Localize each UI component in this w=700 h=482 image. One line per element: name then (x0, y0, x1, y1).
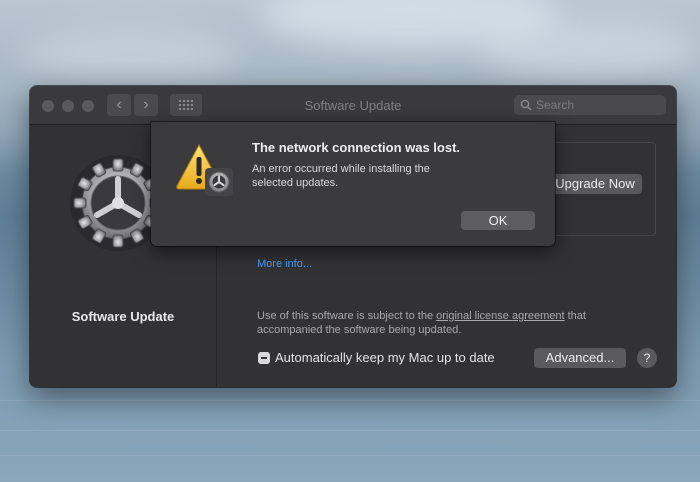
help-button[interactable]: ? (637, 348, 657, 368)
search-icon (520, 99, 532, 111)
advanced-button[interactable]: Advanced... (534, 348, 626, 368)
search-field[interactable]: Search (514, 95, 666, 115)
warning-icon (175, 142, 237, 198)
alert-message: An error occurred while installing the s… (252, 163, 430, 189)
sea-wave (0, 430, 700, 431)
more-info-link[interactable]: More info... (257, 258, 312, 270)
cloud (480, 20, 700, 80)
search-placeholder: Search (536, 98, 575, 112)
license-agreement-link[interactable]: original license agreement (436, 310, 564, 322)
ok-button[interactable]: OK (461, 211, 535, 230)
auto-update-checkbox[interactable] (258, 352, 270, 364)
sea-wave (0, 400, 700, 401)
license-prefix: Use of this software is subject to the (257, 310, 437, 322)
sea-wave (0, 455, 700, 456)
title-bar: ‹ › Software Update Search (30, 86, 676, 125)
upgrade-now-button[interactable]: Upgrade Now (548, 174, 642, 194)
alert-title: The network connection was lost. (252, 140, 461, 155)
cloud (20, 30, 240, 80)
error-alert-sheet: The network connection was lost. An erro… (151, 122, 555, 246)
license-text: Use of this software is subject to the o… (257, 309, 617, 337)
sidebar-title: Software Update (71, 309, 175, 324)
auto-update-label[interactable]: Automatically keep my Mac up to date (275, 350, 495, 365)
